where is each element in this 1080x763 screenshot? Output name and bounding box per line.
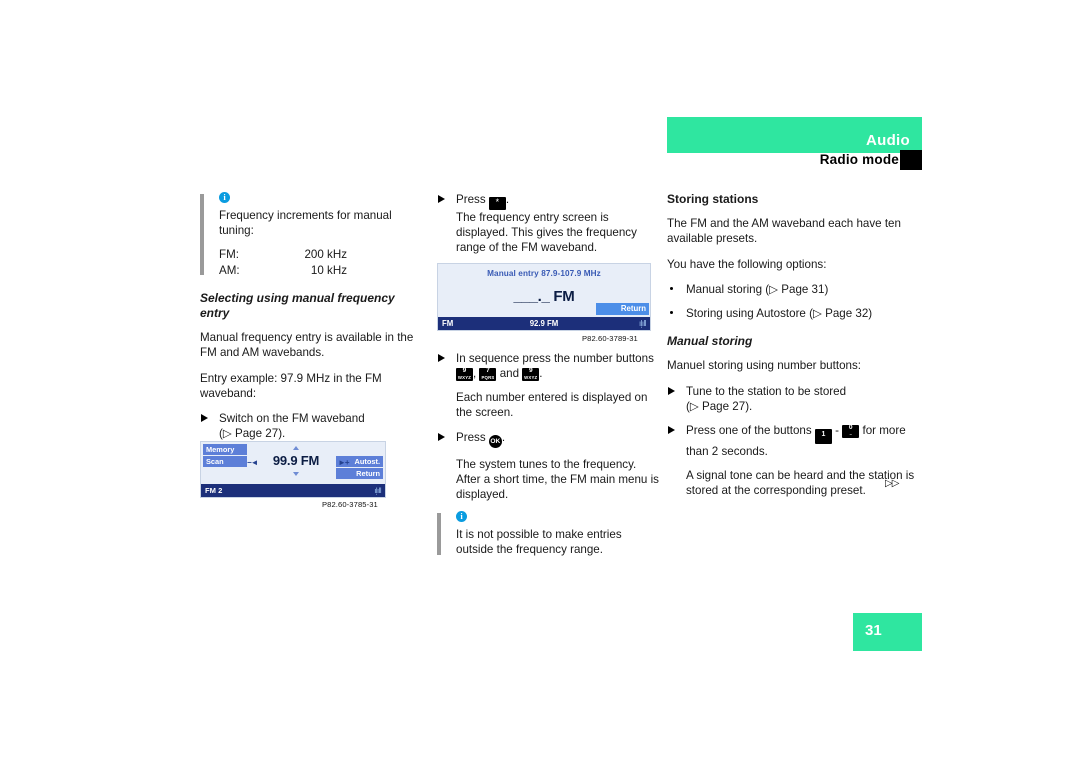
seek-down-icon: −◄ [247, 458, 259, 467]
info-icon: i [219, 192, 230, 203]
display-status-bar: FM 2 ıl̩ıll [201, 484, 385, 497]
number-key-1-icon: 1 [814, 428, 832, 445]
signal-strength-icon: ıl̩ıll [374, 486, 381, 495]
step-tune-to-station: Tune to the station to be stored (▷ Page… [667, 384, 923, 414]
radio-display-manual-entry: Manual entry 87.9-107.9 MHz ___._ FM Ret… [437, 263, 651, 331]
paragraph-manual-storing-intro: Manuel storing using number buttons: [667, 359, 861, 373]
frequency-increment-table: FM: 200 kHz AM: 10 kHz [219, 247, 347, 277]
step-arrow-icon [668, 426, 675, 435]
step-lead-text: Press [456, 430, 486, 444]
step-arrow-icon [668, 386, 675, 395]
note-rule [200, 194, 204, 275]
step-press-ok: Press OK. [437, 430, 659, 448]
display-status-bar: FM 92.9 FM ıl̩ıll [438, 317, 650, 330]
info-note-frequency-increments: i Frequency increments for manual tuning… [200, 192, 420, 278]
manual-page: Audio Radio mode i Frequency increments … [0, 0, 1080, 763]
bullet-icon [670, 286, 674, 290]
continuation-marker-icon: ▷▷ [885, 478, 899, 489]
step-arrow-icon [201, 414, 208, 423]
step-body-text: The frequency entry screen is displayed.… [456, 211, 637, 255]
step-conjunction: and [499, 366, 520, 380]
display-button-scan[interactable]: Scan [203, 456, 247, 467]
step-tail-text: . [505, 193, 510, 206]
header-subtitle: Radio mode [819, 152, 899, 167]
list-item-label: Manual storing (▷ Page 31) [686, 282, 829, 296]
header-title: Audio [866, 132, 910, 149]
step-text: Tune to the station to be stored [686, 384, 847, 398]
header-banner: Audio [667, 117, 922, 153]
row-label: AM: [219, 263, 240, 277]
step-page-reference: (▷ Page 27). [686, 399, 753, 413]
paragraph-options: You have the following options: [667, 257, 827, 271]
step-arrow-icon [438, 353, 445, 362]
signal-strength-icon: ıl̩ıll [638, 319, 647, 328]
table-row: FM: 200 kHz [219, 247, 347, 262]
up-arrow-icon [293, 446, 299, 450]
header-marker-square [900, 150, 922, 170]
note-text: It is not possible to make entries outsi… [456, 528, 622, 557]
paragraph-manual-entry-available: Manual frequency entry is available in t… [200, 331, 414, 360]
number-key-9-wxyz-icon: 9 WXYZ [456, 367, 473, 382]
figure-caption-left: P82.60-3785-31 [322, 500, 378, 509]
list-item-autostore: Storing using Autostore (▷ Page 32) [667, 306, 923, 321]
page-number-badge: 31 [853, 613, 922, 651]
step-arrow-icon [438, 432, 445, 441]
right-column: Storing stations The FM and the AM waveb… [667, 192, 923, 508]
step-page-reference: (▷ Page 27). [219, 427, 286, 441]
ok-key-icon: OK [488, 434, 502, 448]
section-heading-manual-storing: Manual storing [667, 334, 753, 349]
note-rule [437, 513, 441, 555]
paragraph-presets: The FM and the AM waveband each have ten… [667, 217, 901, 246]
step-lead-text: Press [456, 193, 486, 206]
step-note-system-tunes: The system tunes to the frequency. After… [456, 457, 659, 502]
number-key-9-wxyz-icon-2: 9 WXYZ [522, 367, 540, 382]
section-heading-storing-stations: Storing stations [667, 192, 759, 206]
step-arrow-icon [438, 195, 445, 203]
step-tail-text: . [501, 430, 506, 444]
star-key-icon: * [488, 197, 506, 210]
step-text: Switch on the FM waveband [219, 412, 365, 426]
step-lead-text: In sequence press the number buttons [456, 351, 654, 365]
row-label: FM: [219, 248, 239, 262]
middle-column: Press *. The frequency entry screen is d… [437, 192, 659, 570]
display-frequency: 92.9 FM [529, 319, 559, 328]
step-switch-on-fm: Switch on the FM waveband (▷ Page 27). [200, 411, 420, 441]
section-heading-manual-frequency-entry: Selecting using manual frequency entry [200, 290, 395, 321]
note-text: Frequency increments for manual tuning: [219, 209, 392, 238]
seek-up-icon: ►+ [338, 458, 350, 467]
left-column: i Frequency increments for manual tuning… [200, 192, 420, 450]
info-note-frequency-range: i It is not possible to make entries out… [437, 511, 659, 557]
step-press-number-buttons: In sequence press the number buttons 9 WX… [437, 351, 659, 382]
info-icon: i [456, 511, 467, 523]
list-item-label: Storing using Autostore (▷ Page 32) [686, 307, 873, 321]
step-press-preset-button: Press one of the buttons 1 - 0– for more… [667, 423, 923, 459]
row-value: 200 kHz [304, 248, 347, 262]
figure-caption-middle: P82.60-3789-31 [582, 334, 638, 343]
page-number: 31 [865, 622, 882, 639]
display-button-return[interactable]: Return [596, 303, 649, 315]
number-key-0-icon: 0– [842, 425, 860, 439]
display-manual-entry-title: Manual entry 87.9-107.9 MHz [487, 269, 601, 278]
step-press-star: Press *. The frequency entry screen is d… [437, 192, 659, 256]
step-range-dash: - [835, 424, 840, 438]
radio-display-fm2: Memory Scan Autost. Return −◄ 99.9 FM ►+… [200, 441, 386, 498]
list-item-manual-storing: Manual storing (▷ Page 31) [667, 282, 923, 297]
step-lead-text: Press one of the buttons [686, 424, 812, 438]
step-tail-text: . [539, 366, 543, 380]
display-waveband: FM 2 [205, 486, 223, 495]
table-row: AM: 10 kHz [219, 263, 347, 278]
row-value: 10 kHz [310, 263, 347, 277]
step-note-each-number: Each number entered is displayed on the … [456, 391, 648, 420]
number-key-7-pqrs-icon: 7 PQRS [479, 368, 497, 382]
down-arrow-icon [293, 472, 299, 476]
paragraph-entry-example: Entry example: 97.9 MHz in the FM waveba… [200, 371, 382, 400]
display-frequency: 99.9 FM [272, 453, 320, 468]
display-button-memory[interactable]: Memory [203, 444, 247, 455]
display-button-return[interactable]: Return [336, 468, 383, 479]
bullet-icon [670, 311, 674, 315]
